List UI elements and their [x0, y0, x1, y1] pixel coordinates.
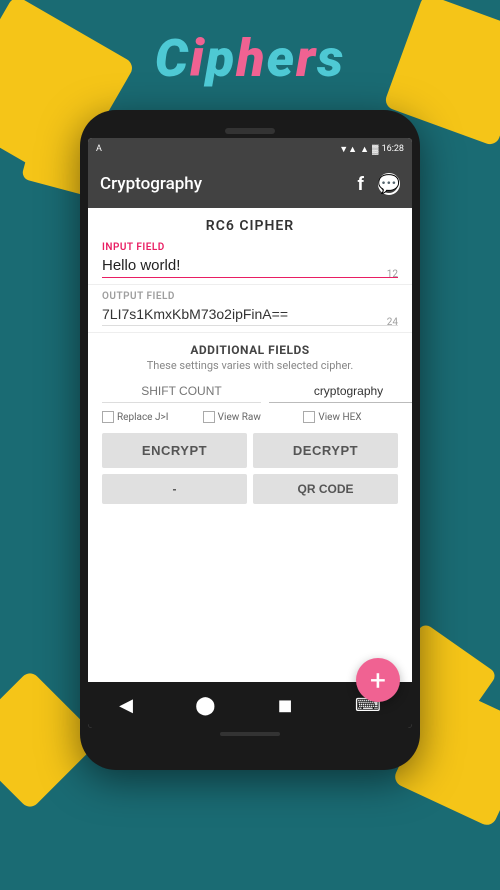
- main-content: RC6 CIPHER INPUT FIELD 12 OUTPUT FIELD 2…: [88, 208, 412, 682]
- phone-frame: A ▼▲ ▲ ▓ 16:28 Cryptography f 💬 RC6 CIPH…: [80, 110, 420, 770]
- checkbox-raw[interactable]: View Raw: [203, 411, 298, 423]
- input-field-label: INPUT FIELD: [102, 242, 398, 253]
- secondary-buttons-row: - QR CODE: [102, 474, 398, 504]
- phone-bottom: [88, 732, 412, 736]
- checkbox-replace-box[interactable]: [102, 411, 114, 423]
- shift-count-field[interactable]: [102, 380, 261, 403]
- minus-button[interactable]: -: [102, 474, 247, 504]
- time-display: 16:28: [382, 144, 404, 154]
- additional-section: ADDITIONAL FIELDS These settings varies …: [88, 335, 412, 512]
- app-title: Ciphers: [155, 28, 345, 89]
- recent-button[interactable]: ◼: [262, 691, 309, 720]
- back-button[interactable]: ◀: [103, 691, 149, 720]
- cipher-fields-row: [102, 380, 398, 403]
- checkbox-raw-box[interactable]: [203, 411, 215, 423]
- input-field-section: INPUT FIELD 12: [88, 238, 412, 282]
- wifi-icon: ▼▲: [339, 144, 357, 155]
- input-field[interactable]: [102, 255, 398, 278]
- home-indicator: [220, 732, 280, 736]
- app-header-title: Cryptography: [100, 174, 202, 194]
- qr-code-button[interactable]: QR CODE: [253, 474, 398, 504]
- output-field-section: OUTPUT FIELD 24: [88, 287, 412, 330]
- output-field-label: OUTPUT FIELD: [102, 291, 398, 302]
- encrypt-button[interactable]: ENCRYPT: [102, 433, 247, 468]
- status-bar: A ▼▲ ▲ ▓ 16:28: [88, 138, 412, 160]
- battery-icon: ▓: [372, 144, 379, 155]
- key-field[interactable]: [269, 380, 412, 403]
- cipher-title: RC6 CIPHER: [88, 208, 412, 238]
- checkbox-hex-box[interactable]: [303, 411, 315, 423]
- main-buttons-row: ENCRYPT DECRYPT: [102, 433, 398, 468]
- divider-1: [88, 284, 412, 285]
- checkbox-replace[interactable]: Replace J>I: [102, 411, 197, 423]
- divider-2: [88, 332, 412, 333]
- decrypt-button[interactable]: DECRYPT: [253, 433, 398, 468]
- additional-fields-desc: These settings varies with selected ciph…: [102, 359, 398, 372]
- header-icons: f 💬: [358, 173, 400, 195]
- checkboxes-row: Replace J>I View Raw View HEX: [102, 411, 398, 423]
- signal-icon: ▲: [360, 144, 369, 155]
- checkbox-hex[interactable]: View HEX: [303, 411, 398, 423]
- phone-screen: A ▼▲ ▲ ▓ 16:28 Cryptography f 💬 RC6 CIPH…: [88, 138, 412, 728]
- output-field: [102, 304, 398, 326]
- facebook-icon[interactable]: f: [358, 174, 364, 195]
- speaker-grille: [225, 128, 275, 134]
- phone-speaker: [88, 128, 412, 134]
- status-left-icon: A: [96, 144, 102, 154]
- whatsapp-icon[interactable]: 💬: [378, 173, 400, 195]
- fab-button[interactable]: +: [356, 658, 400, 702]
- checkbox-raw-label: View Raw: [218, 412, 261, 423]
- input-char-count: 12: [387, 269, 398, 280]
- status-right: ▼▲ ▲ ▓ 16:28: [339, 144, 404, 155]
- additional-fields-title: ADDITIONAL FIELDS: [102, 343, 398, 357]
- checkbox-hex-label: View HEX: [318, 412, 361, 423]
- home-button[interactable]: ⬤: [179, 691, 231, 720]
- output-char-count: 24: [387, 317, 398, 328]
- app-header: Cryptography f 💬: [88, 160, 412, 208]
- checkbox-replace-label: Replace J>I: [117, 412, 168, 423]
